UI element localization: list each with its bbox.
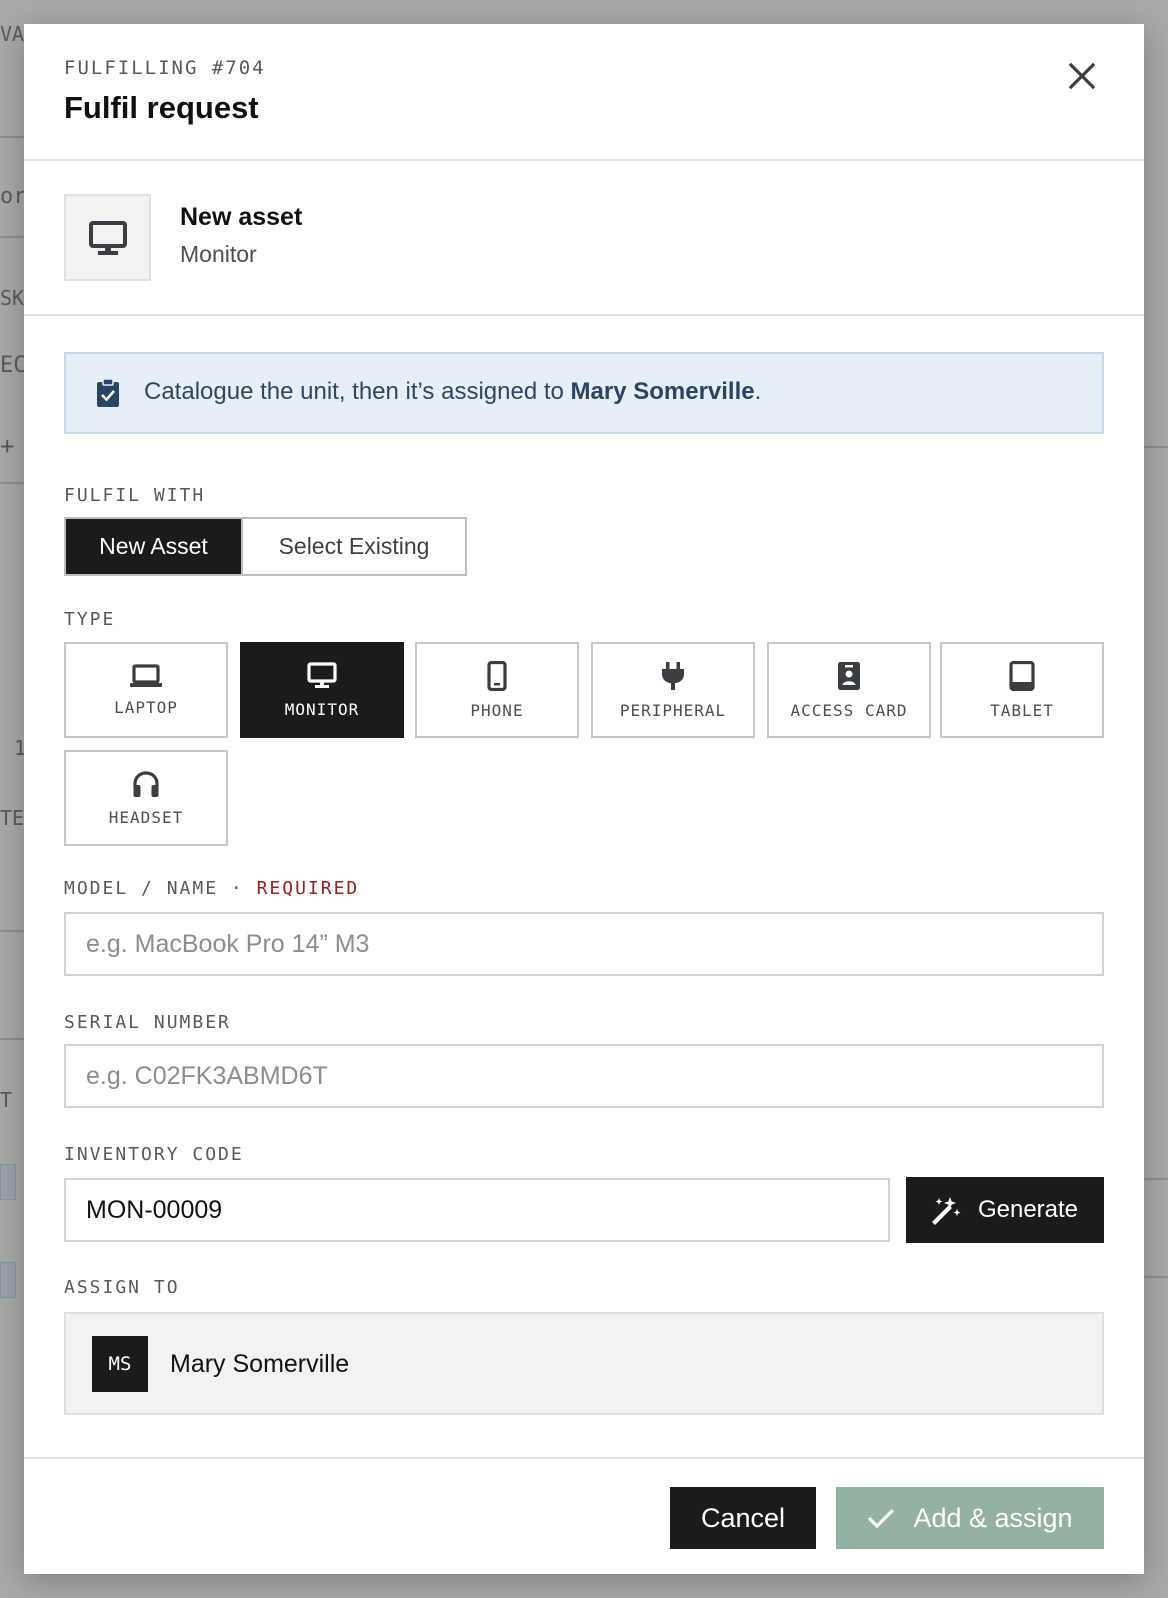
magic-wand-icon: [931, 1197, 961, 1225]
type-option-label: LAPTOP: [114, 697, 178, 717]
monitor-icon: [88, 220, 127, 255]
fulfil-with-toggle: New Asset Select Existing: [64, 517, 467, 576]
serial-number-input[interactable]: [64, 1044, 1104, 1108]
background-divider: [0, 136, 26, 138]
dialog-title: Fulfil request: [64, 90, 259, 125]
background-divider: [1142, 1178, 1168, 1180]
monitor-icon: [307, 661, 337, 688]
background-divider: [0, 930, 26, 932]
headset-icon: [133, 770, 159, 797]
summary-subtitle: Monitor: [180, 241, 257, 267]
type-option-peripheral[interactable]: PERIPHERAL: [591, 642, 755, 738]
request-summary: New asset Monitor: [24, 161, 1144, 316]
model-name-input[interactable]: [64, 912, 1104, 976]
model-label-text: MODEL / NAME: [64, 878, 219, 899]
check-icon: [868, 1508, 895, 1529]
info-assignee-name: Mary Somerville: [570, 378, 755, 405]
type-label: TYPE: [64, 609, 116, 630]
add-and-assign-button[interactable]: Add & assign: [836, 1487, 1104, 1549]
inventory-code-label: INVENTORY CODE: [64, 1144, 244, 1165]
background-divider: [0, 482, 26, 484]
type-option-laptop[interactable]: LAPTOP: [64, 642, 228, 738]
plug-icon: [662, 661, 684, 690]
dialog-header: FULFILLING #704 Fulfil request: [24, 24, 1144, 161]
background-text-fragment: VA: [0, 22, 25, 46]
add-and-assign-label: Add & assign: [913, 1502, 1073, 1533]
background-divider: [0, 236, 26, 238]
background-box: [0, 1164, 16, 1200]
generate-button-label: Generate: [977, 1196, 1079, 1223]
assignee-card: MS Mary Somerville: [64, 1312, 1104, 1415]
type-option-label: PHONE: [470, 700, 524, 720]
inventory-code-input[interactable]: [64, 1178, 890, 1242]
background-text-fragment: +: [0, 432, 15, 460]
dialog-footer: Cancel Add & assign: [24, 1457, 1144, 1574]
type-option-access-card[interactable]: ACCESS CARD: [767, 642, 931, 738]
background-divider: [0, 1038, 26, 1040]
background-text-fragment: TE: [0, 806, 25, 830]
type-option-label: TABLET: [990, 700, 1054, 720]
model-label-separator: ·: [230, 878, 244, 899]
type-option-tablet[interactable]: TABLET: [940, 642, 1104, 738]
type-option-phone[interactable]: PHONE: [415, 642, 579, 738]
dialog-eyebrow: FULFILLING #704: [64, 57, 266, 79]
avatar: MS: [92, 1336, 148, 1392]
type-option-headset[interactable]: HEADSET: [64, 750, 228, 846]
type-option-label: MONITOR: [284, 699, 360, 719]
info-text: Catalogue the unit, then it’s assigned t…: [144, 378, 761, 406]
background-divider: [1142, 1276, 1168, 1278]
new-asset-option[interactable]: New Asset: [66, 519, 241, 574]
required-marker: REQUIRED: [256, 878, 360, 899]
fulfil-with-label: FULFIL WITH: [64, 485, 206, 506]
type-option-label: PERIPHERAL: [619, 700, 727, 720]
background-divider: [1142, 446, 1168, 448]
background-box: [0, 1262, 16, 1298]
tablet-icon: [1009, 660, 1035, 691]
laptop-icon: [130, 663, 162, 687]
background-text-fragment: SK: [0, 286, 25, 310]
info-text-before: Catalogue the unit, then it’s assigned t…: [144, 378, 571, 405]
serial-number-label: SERIAL NUMBER: [64, 1012, 231, 1033]
phone-icon: [487, 660, 507, 691]
type-option-label: ACCESS CARD: [790, 700, 908, 720]
cancel-button[interactable]: Cancel: [670, 1487, 816, 1549]
assignee-name: Mary Somerville: [170, 1350, 350, 1378]
generate-button[interactable]: Generate: [906, 1177, 1104, 1243]
clipboard-check-icon: [97, 378, 119, 407]
assign-to-label: ASSIGN TO: [64, 1277, 180, 1298]
type-option-label: HEADSET: [108, 807, 184, 827]
close-icon: [1068, 62, 1096, 90]
summary-title: New asset: [180, 203, 303, 231]
type-option-monitor[interactable]: MONITOR: [240, 642, 404, 738]
fulfil-request-dialog: FULFILLING #704 Fulfil request New asset…: [24, 24, 1144, 1574]
background-text-fragment: EC: [0, 353, 27, 378]
select-existing-option[interactable]: Select Existing: [241, 519, 465, 574]
info-banner: Catalogue the unit, then it’s assigned t…: [64, 352, 1104, 434]
background-text-fragment: T: [0, 1088, 13, 1112]
summary-icon-tile: [64, 194, 151, 281]
close-button[interactable]: [1060, 54, 1104, 98]
model-label: MODEL / NAME · REQUIRED: [64, 878, 359, 899]
info-text-after: .: [754, 378, 762, 405]
badge-icon: [838, 661, 860, 690]
